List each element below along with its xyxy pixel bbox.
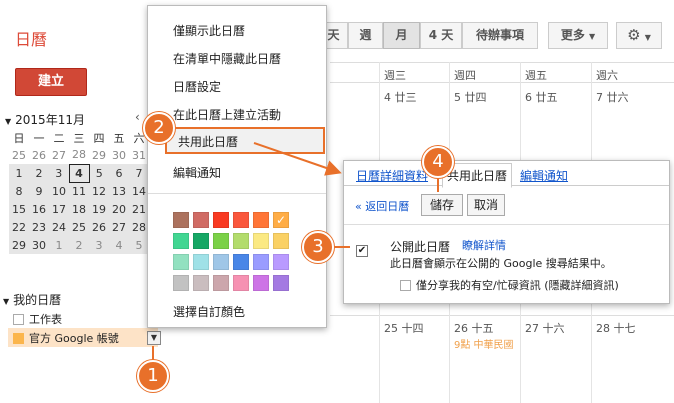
step-marker-4: 4	[422, 146, 454, 178]
arrow-to-share-panel	[253, 142, 342, 176]
step-marker-3: 3	[302, 231, 334, 263]
step-marker-2: 2	[143, 112, 175, 144]
step-marker-1: 1	[137, 360, 169, 392]
annotation-arrows	[152, 142, 439, 362]
